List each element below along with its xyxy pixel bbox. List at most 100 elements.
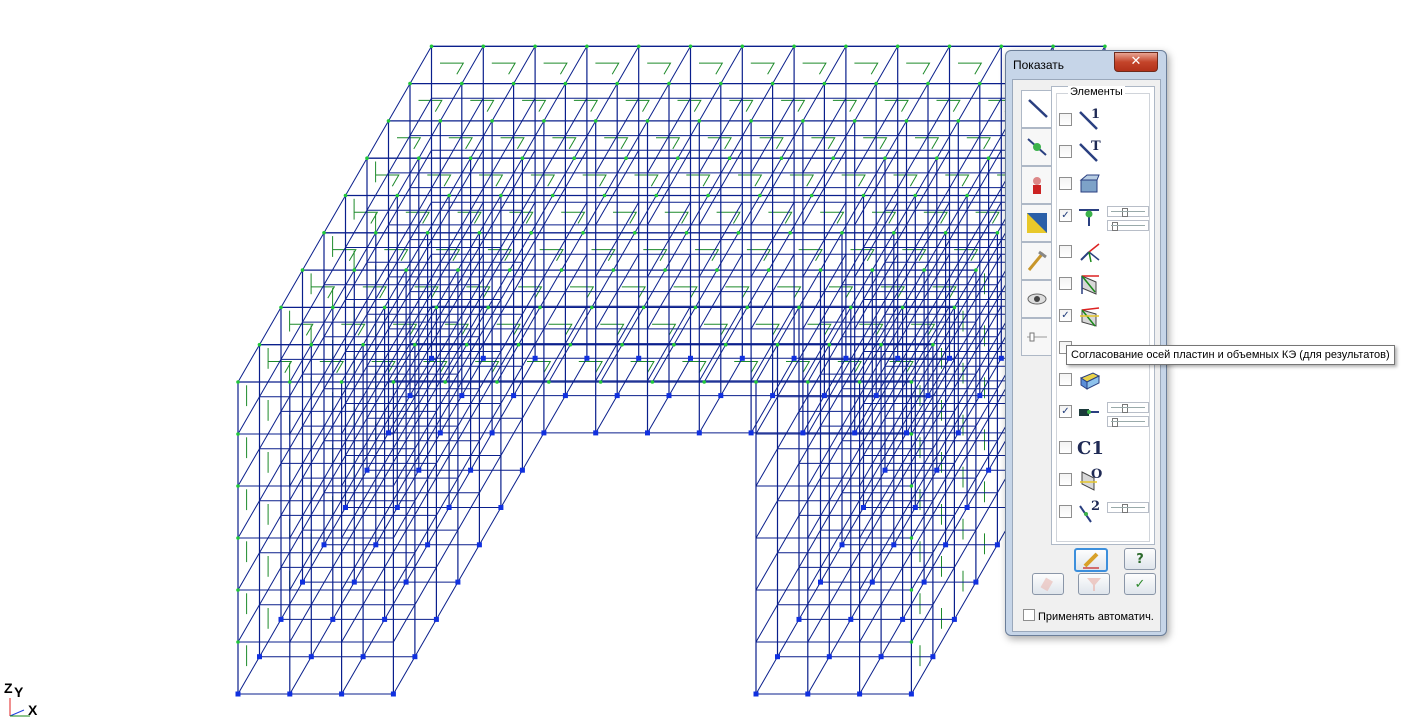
slab-axis-mark — [915, 137, 940, 150]
slab-axis-mark — [436, 249, 461, 262]
frame-node — [745, 305, 749, 310]
view-tab[interactable] — [1021, 280, 1052, 318]
checkbox-element-numbers[interactable] — [1059, 113, 1072, 126]
slab-axis-mark — [448, 137, 473, 150]
checkbox-hinges[interactable]: ✓ — [1059, 209, 1072, 222]
frame-node — [300, 268, 305, 272]
elements-tab[interactable] — [1021, 90, 1054, 128]
frame-beam-y — [694, 269, 718, 308]
frame-beam-y — [388, 83, 411, 122]
support-node — [818, 579, 823, 585]
frame-beam-y — [470, 224, 493, 263]
frame-node — [477, 231, 482, 235]
frame-beam-y — [957, 395, 981, 434]
fill-tab[interactable] — [1021, 204, 1052, 242]
support-node — [796, 616, 802, 622]
frame-node — [602, 193, 607, 198]
checkbox-plate-axes-results[interactable]: ✓ — [1059, 309, 1072, 322]
slider-knob[interactable] — [1122, 504, 1128, 513]
frame-beam-y — [513, 358, 536, 396]
slider-knob[interactable] — [1122, 208, 1128, 217]
slider-knob[interactable] — [1112, 222, 1118, 231]
auto-apply-label: Применять автоматич. — [1038, 611, 1154, 623]
slab-axis-mark — [859, 323, 884, 336]
frame-beam-y — [509, 232, 532, 271]
support-node — [437, 430, 443, 436]
checkbox-local-axes[interactable] — [1059, 245, 1072, 258]
size-slider[interactable] — [1107, 206, 1149, 217]
frame-node — [590, 305, 594, 310]
frame-beam-y — [561, 232, 584, 271]
auto-apply-checkbox[interactable]: Применять автоматич. — [1023, 609, 1154, 623]
support-node — [373, 542, 379, 548]
close-button[interactable]: ✕ — [1114, 52, 1158, 72]
slab-axis-mark — [440, 62, 465, 75]
size-slider[interactable] — [1107, 502, 1149, 513]
plate-axes-results-icon — [1077, 304, 1103, 328]
size-slider[interactable] — [1107, 416, 1149, 427]
frame-beam-y — [777, 567, 800, 605]
frame-beam-y — [823, 46, 847, 84]
frame-beam-y — [302, 232, 325, 271]
frame-beam-y — [345, 469, 368, 508]
frame-beam-y — [310, 463, 334, 501]
frame-beam-y — [289, 448, 312, 487]
size-slider[interactable] — [1107, 220, 1149, 231]
frame-beam-y — [798, 581, 821, 620]
frame-beam-y — [777, 515, 800, 553]
filter-button[interactable] — [1078, 573, 1110, 595]
size-slider[interactable] — [1107, 402, 1149, 413]
support-node — [912, 505, 918, 510]
help-button[interactable]: ? — [1124, 548, 1156, 570]
frame-beam-y — [927, 358, 950, 396]
frame-beam-y — [392, 448, 416, 487]
slab-axis-mark — [738, 174, 763, 187]
option-element-numbers: 1 — [1059, 107, 1149, 140]
frame-beam-y — [953, 373, 977, 412]
frame-beam-y — [323, 247, 346, 286]
slab-axis-mark — [375, 174, 400, 187]
frame-beam-y — [435, 529, 459, 568]
checkbox-solid-elements[interactable] — [1059, 373, 1072, 386]
slider-tab[interactable] — [1021, 318, 1052, 356]
orientation-icon: O — [1077, 467, 1103, 492]
frame-beam-y — [828, 463, 852, 501]
pencil-hammer-icon — [1027, 250, 1047, 271]
checkbox-plate-axes[interactable] — [1059, 277, 1072, 290]
frame-node — [986, 156, 991, 160]
frame-beam-y — [755, 552, 778, 591]
apply-button[interactable]: ✓ — [1124, 573, 1156, 595]
loads-tab[interactable] — [1021, 166, 1052, 204]
slab-axis-mark — [911, 323, 936, 336]
checkbox-element-length[interactable] — [1059, 505, 1072, 518]
draw-tab[interactable] — [1021, 242, 1052, 280]
checkbox-orientation[interactable] — [1059, 473, 1072, 486]
frame-beam-y — [966, 209, 990, 248]
frame-node — [417, 156, 421, 160]
frame-node — [413, 342, 417, 347]
frame-beam-y — [491, 187, 515, 226]
frame-beam-y — [707, 157, 731, 196]
auto-apply-box[interactable] — [1023, 609, 1035, 621]
slider-knob[interactable] — [1122, 404, 1128, 413]
frame-beam-y — [353, 492, 377, 531]
frame-beam-y — [755, 396, 778, 435]
frame-node — [978, 81, 982, 86]
checkbox-rigid-inserts[interactable]: ✓ — [1059, 405, 1072, 418]
eraser-button[interactable] — [1032, 573, 1064, 595]
frame-beam-y — [500, 157, 523, 196]
frame-beam-y — [828, 567, 852, 605]
draw-button[interactable] — [1074, 548, 1108, 572]
frame-beam-y — [616, 358, 640, 396]
frame-beam-y — [957, 291, 981, 330]
checkbox-element-types[interactable] — [1059, 145, 1072, 158]
frame-beam-y — [496, 344, 519, 383]
support-node — [852, 430, 858, 436]
frame-beam-y — [595, 291, 618, 330]
frame-beam-y — [392, 656, 416, 695]
nodes-tab[interactable] — [1021, 128, 1052, 166]
checkbox-c1-label[interactable] — [1059, 441, 1072, 454]
frame-beam-y — [871, 284, 895, 323]
checkbox-section-shapes[interactable] — [1059, 177, 1072, 190]
slider-knob[interactable] — [1112, 418, 1118, 427]
